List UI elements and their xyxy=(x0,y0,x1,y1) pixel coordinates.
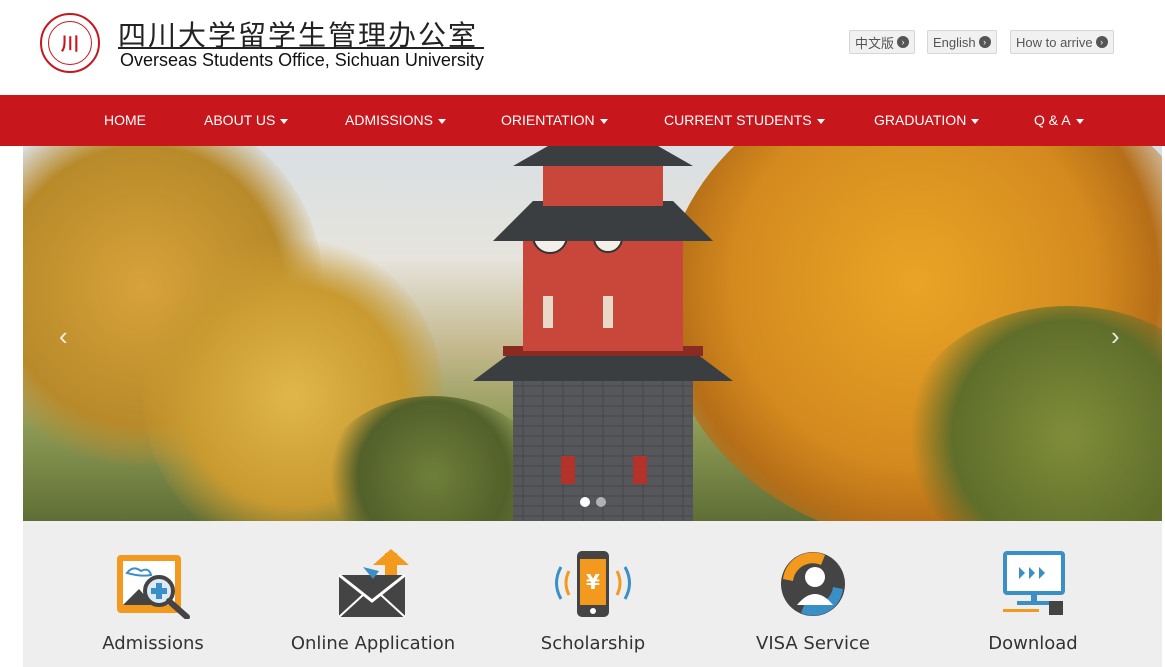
english-version-label: English xyxy=(933,34,976,50)
svg-text:¥: ¥ xyxy=(586,570,600,594)
service-label: Online Application xyxy=(290,633,456,654)
how-to-arrive-link[interactable]: How to arrive › xyxy=(1010,30,1114,54)
nav-item-graduation[interactable]: GRADUATION xyxy=(874,95,980,146)
service-label: Admissions xyxy=(102,633,204,654)
caret-down-icon xyxy=(1075,118,1084,124)
chevron-right-icon[interactable]: › xyxy=(1111,321,1120,352)
carousel-indicator[interactable] xyxy=(596,497,606,507)
nav-item-qa[interactable]: Q & A xyxy=(1034,95,1084,146)
nav-item-admissions[interactable]: ADMISSIONS xyxy=(345,95,446,146)
nav-item-label: ABOUT US xyxy=(204,112,276,128)
service-visa[interactable]: VISA Service xyxy=(703,521,923,667)
nav-item-label: ORIENTATION xyxy=(501,112,595,128)
chinese-version-label: 中文版 xyxy=(855,35,895,51)
service-admissions[interactable]: Admissions xyxy=(43,521,263,667)
nav-item-label: CURRENT STUDENTS xyxy=(664,112,812,128)
nav-item-label: GRADUATION xyxy=(874,112,967,128)
chevron-circle-right-icon: › xyxy=(1095,36,1108,48)
english-version-link[interactable]: English › xyxy=(927,30,997,54)
caret-down-icon xyxy=(280,118,289,124)
service-label: Download xyxy=(988,633,1078,654)
nav-item-current-students[interactable]: CURRENT STUDENTS xyxy=(664,95,825,146)
service-label: Scholarship xyxy=(540,633,646,654)
mail-upload-icon xyxy=(338,549,409,618)
nav-item-label: ADMISSIONS xyxy=(345,112,433,128)
caret-down-icon xyxy=(971,118,980,124)
logo-divider xyxy=(118,47,484,49)
chevron-circle-right-icon: › xyxy=(897,36,910,48)
seal-inner: 川 xyxy=(48,21,92,65)
admissions-icon xyxy=(117,555,190,619)
nav-item-label: Q & A xyxy=(1034,112,1071,128)
nav-item-label: HOME xyxy=(104,112,146,128)
chevron-left-icon[interactable]: ‹ xyxy=(59,321,68,352)
monitor-download-icon xyxy=(1003,551,1065,615)
nav-item-orientation[interactable]: ORIENTATION xyxy=(501,95,608,146)
caret-down-icon xyxy=(599,118,608,124)
hero-carousel[interactable]: ‹ › xyxy=(23,146,1162,521)
nav-item-home[interactable]: HOME xyxy=(104,95,146,146)
nav-item-about-us[interactable]: ABOUT US xyxy=(204,95,289,146)
phone-yen-icon: ¥ xyxy=(555,551,631,617)
caret-down-icon xyxy=(816,118,825,124)
service-download[interactable]: Download xyxy=(923,521,1143,667)
service-online-application[interactable]: Online Application xyxy=(263,521,483,667)
university-seal-logo[interactable]: 川 xyxy=(40,13,100,73)
clock-tower-illustration xyxy=(473,146,733,521)
carousel-indicator-active[interactable] xyxy=(580,497,590,507)
office-name-english: Overseas Students Office, Sichuan Univer… xyxy=(120,50,484,70)
service-scholarship[interactable]: ¥ Scholarship xyxy=(483,521,703,667)
person-refresh-icon xyxy=(781,552,845,616)
chevron-circle-right-icon: › xyxy=(978,36,991,48)
service-label: VISA Service xyxy=(756,633,870,654)
services-section: Admissions Online Application ¥ Scholars… xyxy=(23,521,1162,667)
chinese-version-link[interactable]: 中文版 › xyxy=(849,30,916,54)
main-navigation: HOME ABOUT US ADMISSIONS ORIENTATION CUR… xyxy=(0,95,1165,146)
site-header: 川 四川大学留学生管理办公室 Overseas Students Office,… xyxy=(0,0,1165,95)
caret-down-icon xyxy=(437,118,446,124)
how-to-arrive-label: How to arrive xyxy=(1016,34,1093,50)
